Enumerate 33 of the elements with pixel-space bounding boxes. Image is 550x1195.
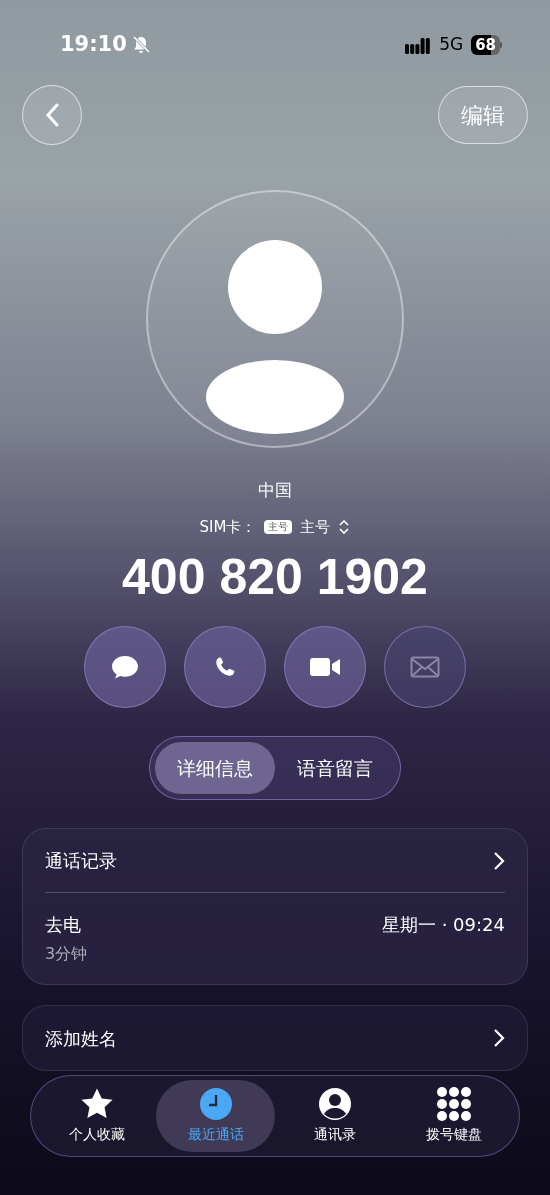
tab-bar-item[interactable]: 拨号键盘 (394, 1080, 513, 1152)
segment-tab[interactable]: 详细信息 (155, 742, 275, 794)
battery-icon: 68 (471, 35, 502, 55)
signal-icon (405, 36, 432, 54)
add-name-row[interactable]: 添加姓名 (22, 1005, 528, 1071)
call-time: 星期一 · 09:24 (381, 913, 505, 937)
call-log-title: 通话记录 (45, 849, 117, 873)
keypad-icon (436, 1087, 471, 1121)
back-button[interactable] (22, 85, 82, 145)
sim-badge: 主号 (264, 519, 293, 534)
clock-icon (198, 1087, 233, 1121)
up-down-chevron-icon (338, 517, 351, 536)
contact-region: 中国 (258, 479, 292, 502)
back-chevron-icon (45, 103, 59, 127)
envelope-icon (410, 656, 440, 678)
network-type: 5G (439, 33, 464, 57)
phone-number: 400 820 1902 (122, 548, 428, 607)
call-duration: 3分钟 (45, 943, 88, 965)
status-time: 19:10 (60, 31, 127, 59)
segment-tab[interactable]: 语音留言 (275, 742, 395, 794)
sim-label: SIM卡： (199, 516, 257, 538)
chevron-right-icon (493, 850, 505, 871)
sim-name: 主号 (300, 516, 331, 538)
chevron-right-icon (493, 1028, 505, 1048)
chat-bubble-icon (110, 654, 140, 680)
tab-bar-item[interactable]: 最近通话 (156, 1080, 275, 1152)
tab-bar-item[interactable]: 通讯录 (275, 1080, 394, 1152)
phone-icon (213, 655, 237, 679)
muted-bell-icon (130, 35, 151, 55)
tab-bar-item[interactable]: 个人收藏 (37, 1080, 156, 1152)
video-camera-icon (309, 656, 341, 678)
call-type: 去电 (45, 913, 82, 937)
person-circle-icon (317, 1087, 352, 1121)
